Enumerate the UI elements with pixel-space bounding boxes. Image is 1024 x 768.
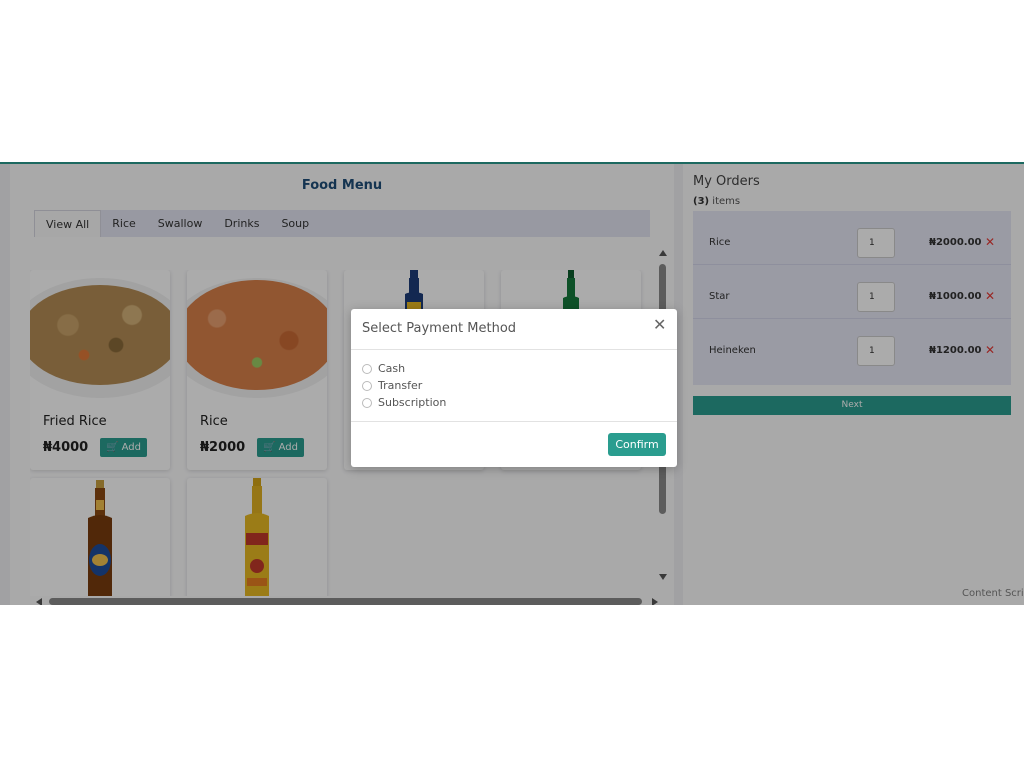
radio-button[interactable] [362, 363, 372, 374]
radio-button[interactable] [362, 397, 372, 408]
payment-option-label: Subscription [378, 396, 447, 409]
content-script-label: Content Scrip [962, 588, 1024, 599]
payment-option-label: Cash [378, 362, 406, 375]
radio-button[interactable] [362, 380, 372, 391]
payment-option-subscription[interactable]: Subscription [362, 396, 446, 409]
modal-title: Select Payment Method [362, 321, 517, 336]
payment-option-label: Transfer [378, 379, 423, 392]
payment-option-transfer[interactable]: Transfer [362, 379, 422, 392]
payment-method-modal: Select Payment Method ✕ Cash Transfer Su… [351, 309, 677, 467]
modal-footer-divider [351, 421, 677, 422]
close-icon[interactable]: ✕ [653, 315, 666, 334]
confirm-button[interactable]: Confirm [608, 433, 666, 456]
payment-option-cash[interactable]: Cash [362, 362, 405, 375]
modal-header-divider [351, 349, 677, 350]
